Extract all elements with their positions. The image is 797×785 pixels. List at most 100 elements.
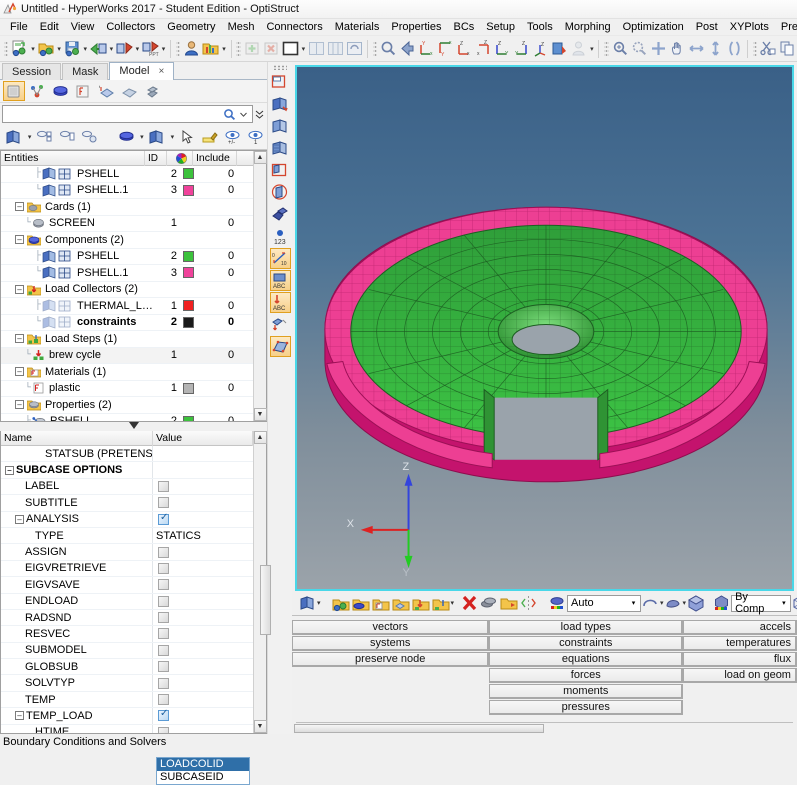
select-pointer-icon[interactable] <box>176 127 198 147</box>
rotate-vertical-icon[interactable] <box>706 38 725 59</box>
graphics-area[interactable]: Z X Y <box>295 65 794 591</box>
zoom-in-icon[interactable] <box>611 38 630 59</box>
model-view-icon[interactable] <box>3 81 25 101</box>
panel-button[interactable]: systems <box>292 636 490 651</box>
tree-row[interactable]: ├ PSHELL20 <box>1 249 253 265</box>
menu-preferences[interactable]: Preferences <box>775 20 797 34</box>
mesh-lines-icon[interactable] <box>791 593 797 614</box>
editor-row[interactable]: ENDLOAD <box>1 593 253 610</box>
editor-checkbox[interactable] <box>158 661 169 673</box>
editor-checkbox[interactable] <box>158 546 169 558</box>
tree-row[interactable]: └ SCREEN 1 0 <box>1 216 253 232</box>
toolbar-grip-3[interactable] <box>236 39 241 58</box>
editor-row-value[interactable] <box>153 659 253 674</box>
shading-wireframe-icon[interactable] <box>641 593 660 614</box>
editor-checkbox[interactable] <box>158 694 169 706</box>
tree-row-color-swatch[interactable] <box>183 300 209 312</box>
editor-checkbox[interactable] <box>158 612 169 624</box>
editor-row-value[interactable] <box>153 725 253 733</box>
delete-icon[interactable] <box>460 593 479 614</box>
tree-row-color-swatch[interactable] <box>183 267 209 279</box>
export-caret-icon[interactable]: ▾ <box>134 39 141 59</box>
pick-mode-select[interactable]: Auto ▾ <box>567 594 642 612</box>
panel-button[interactable]: load on geom <box>683 668 797 683</box>
node-numbers-icon[interactable]: 123 <box>270 226 291 247</box>
tree-expander-icon[interactable]: – <box>15 235 24 245</box>
free-edges-icon[interactable] <box>270 204 291 225</box>
editor-row-value[interactable] <box>153 561 253 576</box>
pick-mode-icon[interactable] <box>548 593 567 614</box>
fit-to-window-icon[interactable] <box>649 38 668 59</box>
color-by-caret-icon[interactable]: ▾ <box>138 127 146 147</box>
editor-row[interactable]: TYPE STATICS <box>1 527 253 545</box>
tree-row-color-swatch[interactable] <box>183 415 209 421</box>
shaded-view-icon[interactable] <box>550 38 569 59</box>
tree-expander-icon[interactable]: – <box>15 400 24 410</box>
create-load-step-icon[interactable] <box>431 593 451 614</box>
menu-properties[interactable]: Properties <box>385 20 447 34</box>
load-markers-icon[interactable] <box>270 314 291 335</box>
load-results-caret-icon[interactable]: ▾ <box>220 39 227 59</box>
editor-scrollbar[interactable]: ▲ ▼ <box>253 431 271 733</box>
pick-mode-caret-icon[interactable]: ▾ <box>627 596 640 611</box>
sid-dropdown-list[interactable]: LOADCOLID SUBCASEID <box>156 756 250 785</box>
tree-row-color-swatch[interactable] <box>183 250 209 262</box>
editor-row-value[interactable] <box>153 495 253 510</box>
menu-post[interactable]: Post <box>690 20 724 34</box>
shading-smooth-icon[interactable] <box>664 593 683 614</box>
search-input[interactable] <box>5 107 222 121</box>
tree-expander-icon[interactable]: – <box>15 202 24 212</box>
single-window-layout-icon[interactable] <box>281 38 300 59</box>
fem-model[interactable]: Z X Y <box>297 67 792 589</box>
tree-scrollbar[interactable]: ▲ ▼ <box>253 151 267 421</box>
menu-view[interactable]: View <box>65 20 101 34</box>
editor-rows[interactable]: STATSUB (PRETENS) – SUBCASE OPTIONS LABEL SU… <box>1 446 253 733</box>
tree-row[interactable]: – Properties (2) <box>1 397 253 414</box>
component-view-icon[interactable] <box>49 81 71 101</box>
sid-dropdown-option[interactable]: LOADCOLID <box>157 757 249 771</box>
view-zx-icon[interactable]: Zx <box>455 38 474 59</box>
color-cube-icon[interactable] <box>712 593 731 614</box>
expand-tree-icon[interactable] <box>34 127 56 147</box>
tree-row[interactable]: └ PSHELL.1 3 0 <box>1 183 253 199</box>
create-component-icon[interactable] <box>331 593 351 614</box>
feature-lines-icon[interactable] <box>270 160 291 181</box>
editor-row[interactable]: SOLVTYP <box>1 675 253 692</box>
isolate-icon[interactable]: 1 <box>244 127 266 147</box>
menu-optimization[interactable]: Optimization <box>617 20 690 34</box>
tree-row[interactable]: ├ PSHELL20 <box>1 414 253 421</box>
solver-view-icon[interactable] <box>26 81 48 101</box>
show-hide-icon[interactable]: +/- <box>222 127 244 147</box>
tab-model[interactable]: Model × <box>109 62 175 80</box>
tab-session[interactable]: Session <box>2 63 62 80</box>
color-mode-select[interactable]: By Comp ▾ <box>731 591 792 615</box>
three-window-layout-icon[interactable] <box>326 38 345 59</box>
property-view-icon[interactable]: t <box>95 81 117 101</box>
editor-checkbox[interactable] <box>158 726 169 733</box>
editor-scroll-up-icon[interactable]: ▲ <box>253 431 267 444</box>
editor-row-value[interactable] <box>153 462 253 477</box>
sync-tree-icon[interactable] <box>79 127 101 147</box>
editor-row[interactable]: ASSIGN <box>1 544 253 561</box>
display-surface-icon[interactable] <box>270 72 291 93</box>
renumber-icon[interactable] <box>499 593 519 614</box>
label-elements-icon[interactable]: ABC <box>269 270 291 291</box>
copy-icon[interactable] <box>778 38 797 59</box>
create-material-icon[interactable] <box>371 593 391 614</box>
editor-scroll-thumb[interactable] <box>260 565 271 635</box>
editor-row-value[interactable] <box>153 577 253 592</box>
panel-hscroll-thumb[interactable] <box>294 724 544 733</box>
view-zy-icon[interactable]: ZY <box>493 38 512 59</box>
export-solver-deck-icon[interactable] <box>115 38 134 59</box>
search-icon[interactable] <box>222 107 236 121</box>
two-window-layout-icon[interactable] <box>307 38 326 59</box>
view-xy-icon[interactable]: Yx <box>417 38 436 59</box>
menu-tools[interactable]: Tools <box>521 20 559 34</box>
editor-row[interactable]: EIGVRETRIEVE <box>1 560 253 578</box>
scroll-up-icon[interactable]: ▲ <box>253 151 267 164</box>
editor-row[interactable]: SUBTITLE <box>1 495 253 512</box>
menu-file[interactable]: File <box>4 20 34 34</box>
panel-button[interactable]: load types <box>489 620 684 635</box>
editor-row-value[interactable] <box>153 544 253 559</box>
open-model-icon[interactable] <box>37 38 56 59</box>
